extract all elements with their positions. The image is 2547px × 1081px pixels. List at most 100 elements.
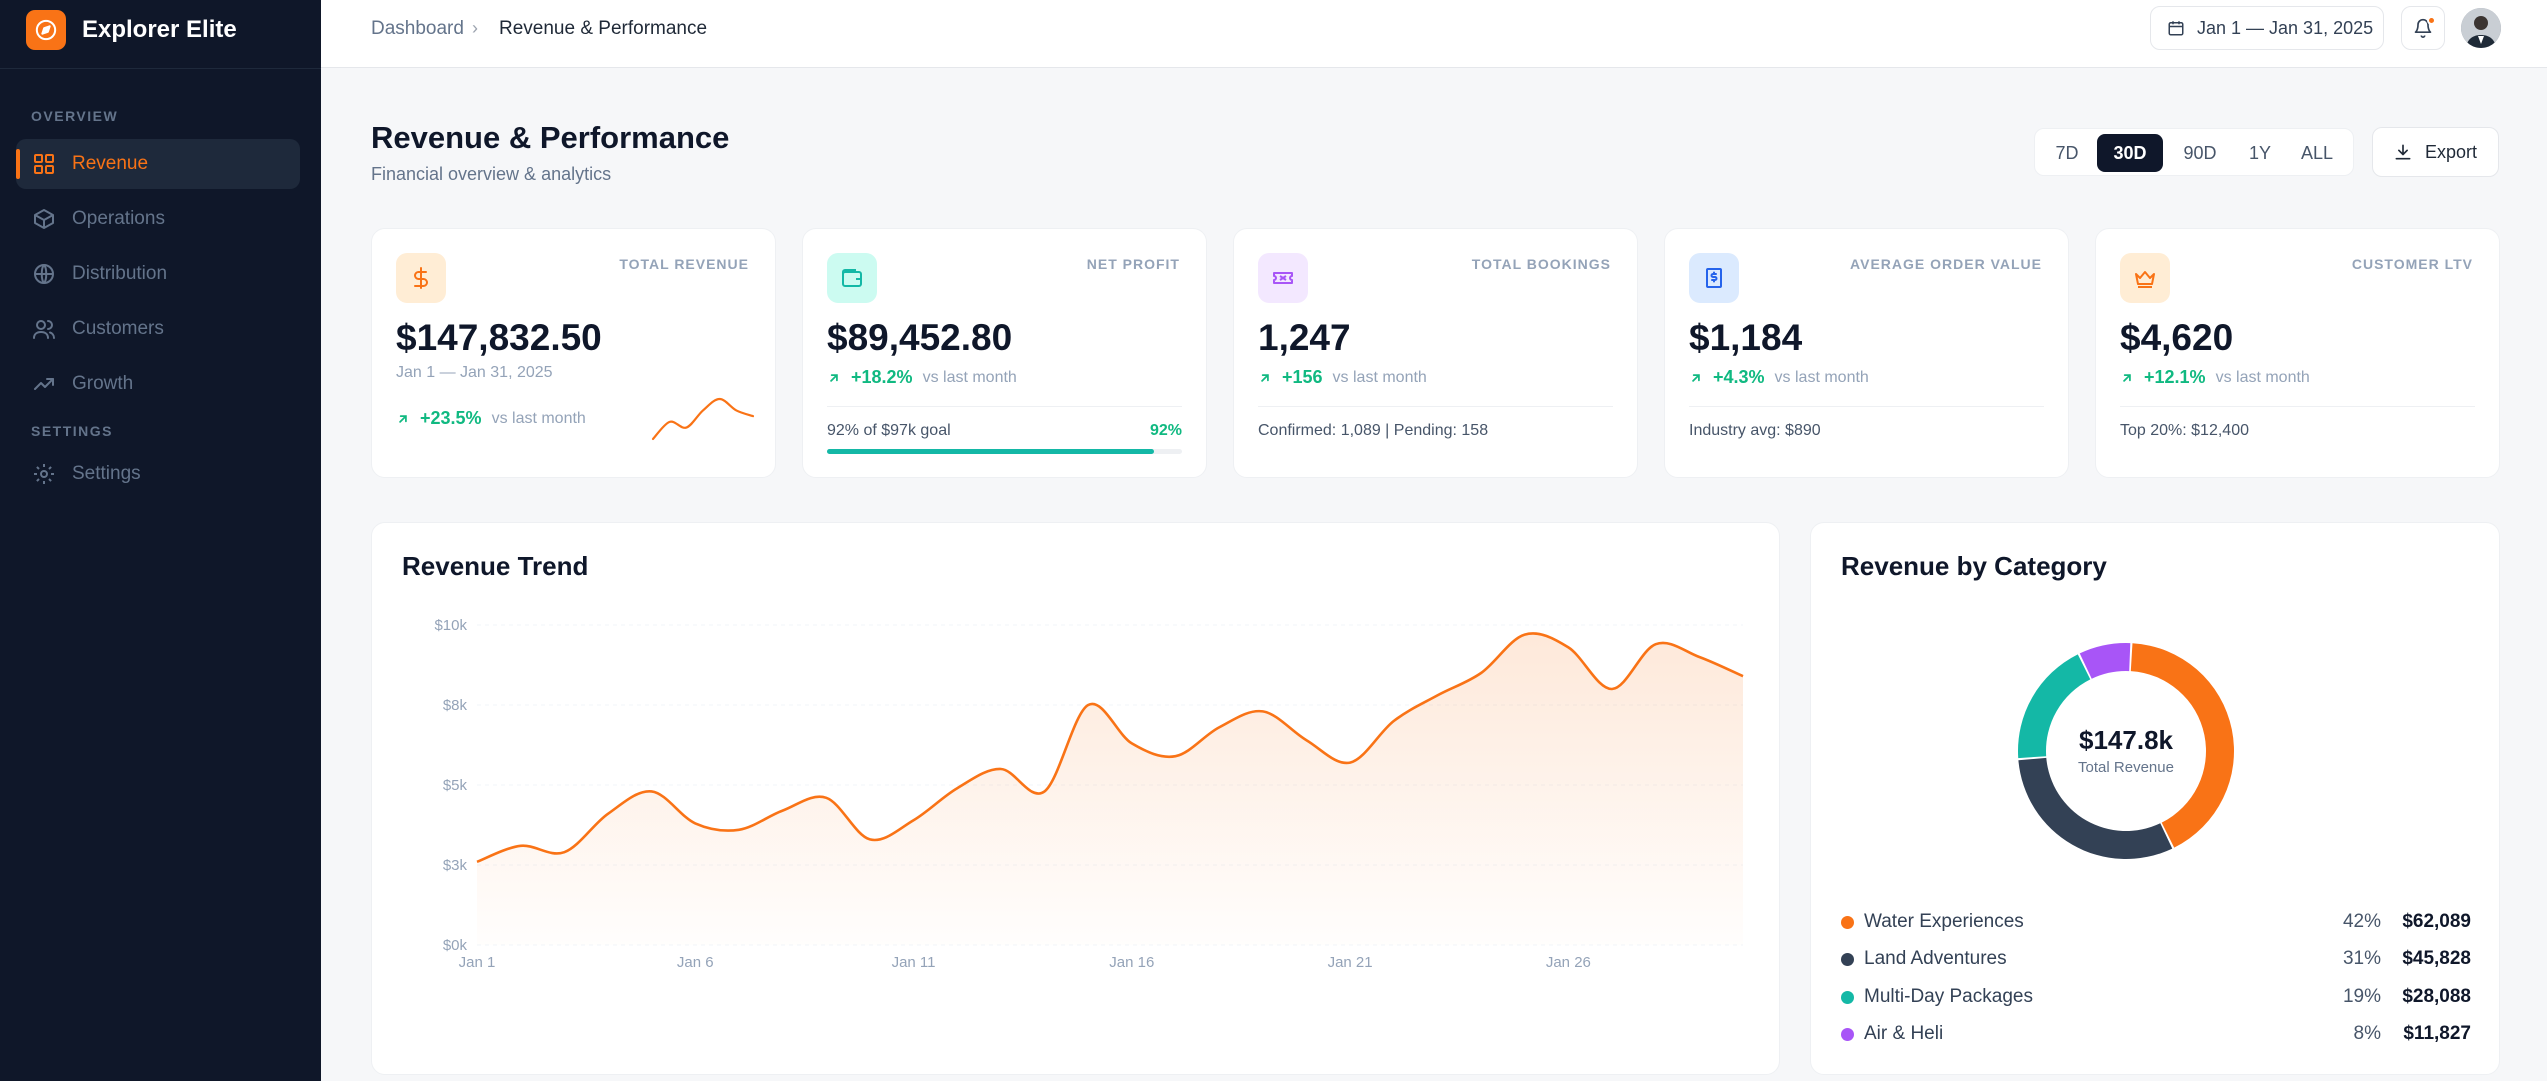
revenue-trend-panel: Revenue Trend $0k $3k $5k $8k $10k Jan 1 Jan 6… [371, 522, 1780, 1075]
kpi-label: NET PROFIT [1086, 256, 1180, 272]
breadcrumb-dashboard[interactable]: Dashboard [371, 18, 464, 40]
kpi-label: TOTAL BOOKINGS [1471, 256, 1611, 272]
kpi-goal-percent: 92% [1149, 422, 1182, 439]
sidebar-item-revenue[interactable]: Revenue [16, 139, 300, 189]
legend-percent: 31% [2342, 948, 2381, 969]
arrow-up-right-icon [2123, 373, 2131, 382]
kpi-label: AVERAGE ORDER VALUE [1850, 256, 2042, 272]
gear-icon [34, 464, 54, 484]
page-subtitle: Financial overview & analytics [371, 164, 612, 184]
sidebar: Explorer Elite OVERVIEW Revenue Operatio… [0, 0, 321, 1081]
brand-name: Explorer Elite [82, 16, 237, 43]
donut-center-label: Total Revenue [2078, 759, 2174, 776]
legend-percent: 19% [2342, 986, 2381, 1007]
notification-dot [2427, 16, 2436, 25]
x-tick-label: Jan 6 [677, 954, 714, 971]
legend-value: $11,827 [2403, 1023, 2471, 1044]
kpi-goal-text: 92% of $97k goal [827, 422, 951, 439]
breadcrumb-current: Revenue & Performance [499, 18, 708, 39]
revenue-by-category-panel: Revenue by Category $147.8k Total Revenu… [1810, 522, 2500, 1075]
topbar: Dashboard › Revenue & Performance Jan 1 … [321, 0, 2547, 68]
trend-area [477, 633, 1743, 945]
goal-progress-fill [827, 449, 1154, 454]
revenue-sparkline [651, 397, 755, 441]
kpi-change: +23.5% vs last month [396, 408, 586, 429]
avatar[interactable] [2461, 8, 2501, 48]
legend-item[interactable]: Air & Heli 8% $11,827 [1841, 1019, 2471, 1049]
compass-icon [26, 10, 66, 50]
date-range-label: Jan 1 — Jan 31, 2025 [2197, 17, 2374, 38]
legend-name: Air & Heli [1864, 1023, 1944, 1044]
kpi-change: +4.3% vs last month [1689, 367, 1869, 388]
legend-item[interactable]: Water Experiences 42% $62,089 [1841, 907, 2471, 937]
brand[interactable]: Explorer Elite [26, 10, 237, 50]
range-1y[interactable]: 1Y [2237, 134, 2283, 172]
trend-icon [34, 378, 54, 390]
sidebar-item-growth[interactable]: Growth [16, 359, 300, 409]
legend-name: Water Experiences [1864, 911, 2024, 932]
dollar-icon [396, 253, 446, 303]
legend-item[interactable]: Land Adventures 31% $45,828 [1841, 944, 2471, 974]
sidebar-item-customers[interactable]: Customers [16, 304, 300, 354]
export-button[interactable]: Export [2372, 127, 2499, 177]
kpi-value: 1,247 [1258, 317, 1351, 358]
download-icon [2395, 144, 2411, 160]
kpi-date: Jan 1 — Jan 31, 2025 [396, 364, 553, 381]
arrow-up-right-icon [830, 373, 838, 382]
x-tick-label: Jan 11 [892, 954, 936, 971]
range-90d[interactable]: 90D [2169, 134, 2231, 172]
panel-title: Revenue by Category [1841, 551, 2107, 581]
kpi-change-vs: vs last month [1774, 368, 1869, 386]
y-tick-label: $0k [443, 937, 468, 954]
date-range-button[interactable]: Jan 1 — Jan 31, 2025 [2150, 6, 2384, 50]
divider [0, 68, 321, 69]
sparkline-path [651, 397, 755, 441]
y-tick-label: $3k [443, 857, 468, 874]
sidebar-item-label: Growth [72, 373, 134, 394]
wallet-icon [827, 253, 877, 303]
notifications-button[interactable] [2401, 6, 2445, 50]
grid-icon [34, 154, 54, 174]
legend-dot [1841, 990, 1854, 1004]
kpi-change-vs: vs last month [2215, 368, 2310, 386]
sidebar-item-settings[interactable]: Settings [16, 449, 300, 499]
box-icon [34, 209, 54, 229]
range-selector: 7D 30D 90D 1Y ALL [2034, 128, 2354, 176]
kpi-change-vs: vs last month [1332, 368, 1427, 386]
donut-slice[interactable] [2079, 643, 2131, 679]
sidebar-item-label: Revenue [72, 153, 149, 174]
calendar-icon [2168, 21, 2184, 36]
divider [1689, 406, 2044, 407]
arrow-up-right-icon [1692, 373, 1700, 382]
legend-value: $28,088 [2402, 986, 2471, 1007]
section-settings: SETTINGS [31, 423, 114, 439]
kpi-value: $4,620 [2120, 317, 2234, 358]
legend-item[interactable]: Multi-Day Packages 19% $28,088 [1841, 982, 2471, 1012]
legend-percent: 8% [2353, 1023, 2381, 1044]
arrow-up-right-icon [1261, 373, 1269, 382]
section-overview: OVERVIEW [31, 108, 119, 124]
kpi-card-net-profit[interactable]: NET PROFIT $89,452.80 +18.2% vs last mon… [802, 228, 1207, 478]
legend-value: $45,828 [2402, 948, 2471, 969]
kpi-value: $89,452.80 [827, 317, 1013, 358]
sidebar-item-label: Distribution [72, 263, 168, 284]
range-30d[interactable]: 30D [2097, 134, 2163, 172]
sidebar-item-operations[interactable]: Operations [16, 194, 300, 244]
x-tick-label: Jan 16 [1109, 954, 1154, 971]
range-7d[interactable]: 7D [2045, 134, 2089, 172]
sidebar-item-distribution[interactable]: Distribution [16, 249, 300, 299]
y-tick-label: $8k [443, 697, 468, 714]
kpi-footer: Top 20%: $12,400 [2120, 422, 2249, 439]
ticket-icon [1258, 253, 1308, 303]
kpi-card-total-bookings[interactable]: TOTAL BOOKINGS 1,247 +156 vs last month … [1233, 228, 1638, 478]
kpi-change: +18.2% vs last month [827, 367, 1017, 388]
arrow-up-right-icon [399, 414, 407, 423]
revenue-trend-chart: $0k $3k $5k $8k $10k Jan 1 Jan 6 Jan 11 Jan 16 Ja… [434, 617, 1744, 971]
sidebar-item-label: Operations [72, 208, 165, 229]
range-all[interactable]: ALL [2289, 134, 2345, 172]
page-title: Revenue & Performance [371, 120, 730, 155]
kpi-card-customer-ltv[interactable]: CUSTOMER LTV $4,620 +12.1% vs last month… [2095, 228, 2500, 478]
kpi-card-average-order-value[interactable]: AVERAGE ORDER VALUE $1,184 +4.3% vs last… [1664, 228, 2069, 478]
kpi-card-total-revenue[interactable]: TOTAL REVENUE $147,832.50 Jan 1 — Jan 31… [371, 228, 776, 478]
kpi-value: $147,832.50 [396, 317, 602, 358]
